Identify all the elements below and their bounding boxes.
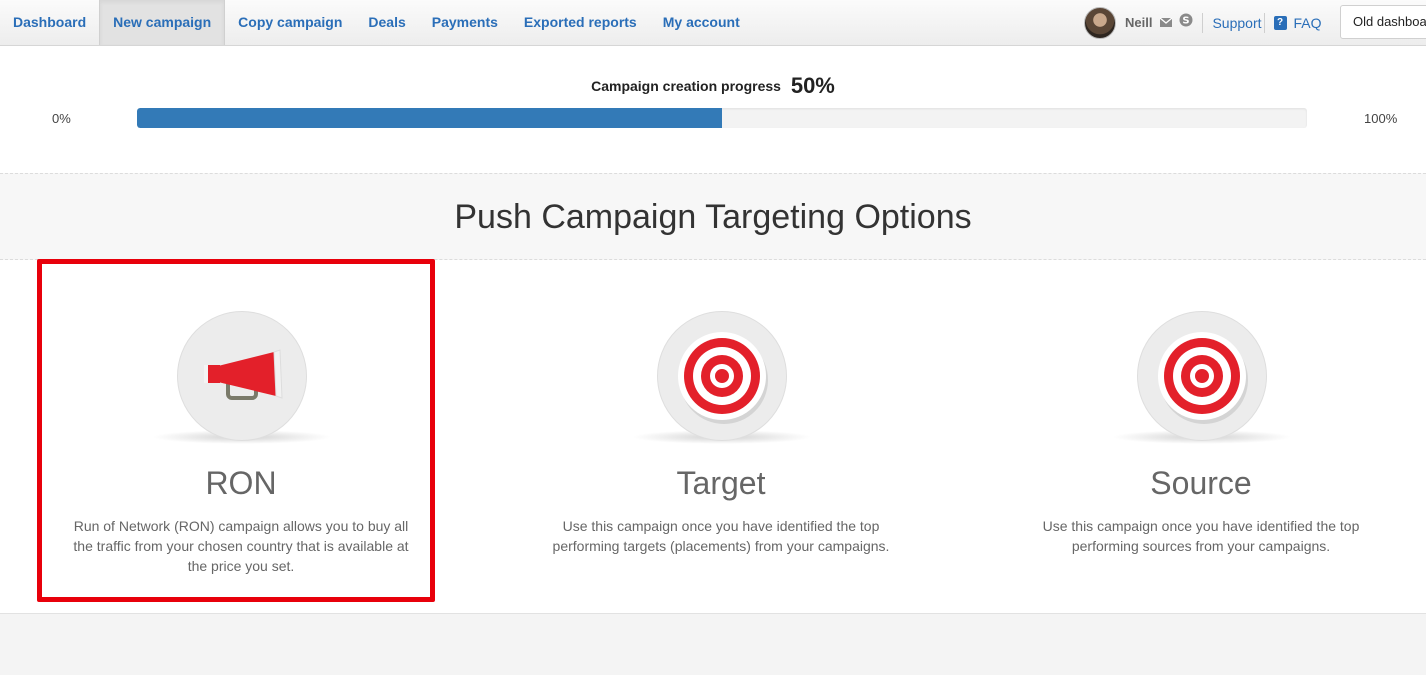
progress-max-label: 100% — [1364, 111, 1398, 126]
divider — [1202, 12, 1204, 33]
support-link[interactable]: Support — [1212, 15, 1261, 31]
user-area: Neill S Support ? FAQ — [1084, 0, 1322, 45]
progress-heading: Campaign creation progress 50% — [0, 73, 1426, 99]
avatar[interactable] — [1084, 6, 1116, 39]
user-name[interactable]: Neill — [1125, 15, 1152, 30]
nav-item-copy-campaign[interactable]: Copy campaign — [225, 0, 355, 45]
option-title: RON — [205, 465, 277, 501]
progress-section: Campaign creation progress 50% 0% 100% — [0, 46, 1426, 173]
divider — [1263, 12, 1265, 33]
section-header: Push Campaign Targeting Options — [0, 173, 1426, 260]
page-title: Push Campaign Targeting Options — [454, 198, 972, 236]
progress-bar — [137, 108, 1307, 128]
nav-item-exported-reports[interactable]: Exported reports — [511, 0, 650, 45]
option-description: Run of Network (RON) campaign allows you… — [73, 518, 409, 574]
old-dashboard-button[interactable]: Old dashboard — [1340, 5, 1426, 39]
option-target[interactable]: Target Use this campaign once you have i… — [521, 260, 921, 614]
faq-icon[interactable]: ? — [1273, 15, 1287, 30]
option-title: Target — [676, 465, 766, 501]
nav-item-deals[interactable]: Deals — [355, 0, 418, 45]
faq-link[interactable]: FAQ — [1294, 15, 1322, 31]
target-icon — [657, 311, 787, 441]
megaphone-icon — [177, 311, 307, 441]
nav-item-new-campaign[interactable]: New campaign — [99, 0, 226, 45]
option-source[interactable]: Source Use this campaign once you have i… — [1001, 260, 1401, 614]
option-description: Use this campaign once you have identifi… — [552, 518, 890, 554]
option-title: Source — [1150, 465, 1252, 501]
svg-text:S: S — [1183, 16, 1190, 27]
progress-min-label: 0% — [52, 111, 71, 126]
main-nav: Dashboard New campaign Copy campaign Dea… — [0, 0, 753, 45]
top-navbar: Dashboard New campaign Copy campaign Dea… — [0, 0, 1426, 46]
nav-item-dashboard[interactable]: Dashboard — [0, 0, 99, 45]
progress-percent: 50% — [790, 73, 835, 98]
nav-item-payments[interactable]: Payments — [419, 0, 511, 45]
targeting-options: RON Run of Network (RON) campaign allows… — [0, 260, 1426, 614]
target-icon — [1137, 311, 1267, 441]
progress-title: Campaign creation progress — [591, 78, 781, 94]
mail-icon[interactable] — [1160, 14, 1173, 32]
skype-icon[interactable]: S — [1179, 13, 1193, 32]
progress-bar-fill — [137, 108, 722, 128]
option-description: Use this campaign once you have identifi… — [1042, 518, 1360, 554]
option-ron[interactable]: RON Run of Network (RON) campaign allows… — [41, 260, 441, 614]
nav-item-my-account[interactable]: My account — [650, 0, 753, 45]
